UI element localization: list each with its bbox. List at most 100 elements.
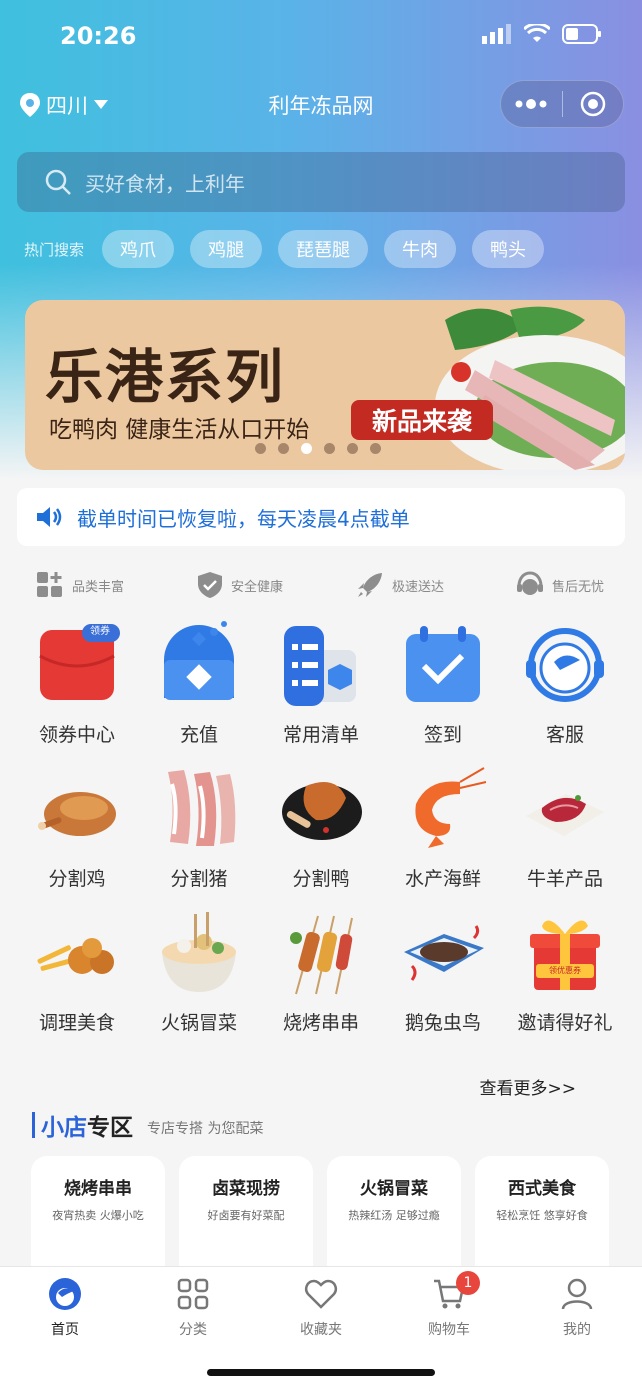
tab-profile[interactable]: 我的 — [532, 1277, 622, 1339]
close-miniprogram-button[interactable] — [563, 81, 624, 127]
chicken-icon — [32, 764, 122, 854]
tab-label: 我的 — [563, 1322, 591, 1338]
hot-search-tag[interactable]: 鸡腿 — [190, 230, 263, 268]
hot-search-tag[interactable]: 鸡爪 — [102, 230, 175, 268]
duck-icon — [276, 764, 366, 854]
feature-item: 极速送达 — [320, 564, 480, 606]
shop-zone-header: 小店 专区 专店专搭 为您配菜 — [32, 1108, 263, 1142]
category-grid: 领券 领券中心 充值 常用清单 签到 客服 分割鸡 分割猪 分割鸭 水产海鲜 牛… — [16, 620, 626, 1052]
heart-icon — [304, 1277, 338, 1311]
grid-item-label: 分割猪 — [170, 868, 228, 890]
feature-label: 售后无忧 — [551, 579, 604, 595]
shop-zone-title-blue: 小店 — [41, 1115, 87, 1141]
tab-category[interactable]: 分类 — [148, 1277, 238, 1339]
carousel-dot[interactable] — [324, 443, 335, 454]
grid-item-label: 充值 — [179, 724, 218, 746]
more-button[interactable] — [501, 81, 562, 127]
grid-item-label: 鹅兔虫鸟 — [404, 1012, 481, 1034]
grid-item-checkin[interactable]: 签到 — [382, 620, 504, 764]
grid-item-recharge[interactable]: 充值 — [138, 620, 260, 764]
category-rich-icon — [36, 572, 62, 597]
carousel-dot[interactable] — [278, 443, 289, 454]
hot-search-tag[interactable]: 鸭头 — [472, 230, 545, 268]
pork-icon — [154, 764, 244, 854]
hot-search: 热门搜索 鸡爪 鸡腿 琵琶腿 牛肉 鸭头 — [24, 230, 560, 268]
carousel-dot-active[interactable] — [301, 443, 312, 454]
feature-item: 品类丰富 — [0, 564, 160, 606]
list-icon — [276, 620, 366, 710]
hot-search-label: 热门搜索 — [24, 240, 85, 259]
carousel-indicator — [255, 443, 381, 454]
home-indicator — [207, 1369, 435, 1376]
grid-item-chicken[interactable]: 分割鸡 — [16, 764, 138, 908]
shop-card-subtitle: 热辣红汤 足够过瘾 — [348, 1209, 440, 1222]
banner-title: 乐港系列 — [45, 343, 286, 411]
grid-item-label: 常用清单 — [282, 724, 359, 746]
section-marker — [32, 1112, 35, 1138]
grid-item-label: 分割鸡 — [48, 868, 106, 890]
gift-icon: 领优惠券 — [520, 908, 610, 998]
speaker-icon — [37, 507, 62, 527]
grid-item-seafood[interactable]: 水产海鲜 — [382, 764, 504, 908]
feature-label: 极速送达 — [391, 579, 444, 595]
grid-item-label: 邀请得好礼 — [517, 1012, 613, 1034]
signal-icon — [482, 24, 511, 44]
grid-item-duck[interactable]: 分割鸭 — [260, 764, 382, 908]
status-icons — [482, 24, 602, 44]
shop-zone-title-black: 专区 — [87, 1115, 133, 1141]
grid-item-prepared-food[interactable]: 调理美食 — [16, 908, 138, 1052]
tab-home[interactable]: 首页 — [20, 1277, 110, 1339]
grid-item-skewer[interactable]: 烧烤串串 — [260, 908, 382, 1052]
grid-item-invite-gift[interactable]: 领优惠券 邀请得好礼 — [504, 908, 626, 1052]
status-bar: 20:26 — [0, 0, 642, 70]
view-more-link[interactable]: 查看更多>> — [480, 1074, 577, 1099]
gift-tag: 领优惠券 — [549, 965, 581, 975]
skewer-icon — [276, 908, 366, 998]
carousel-dot[interactable] — [370, 443, 381, 454]
grid-item-beef-lamb[interactable]: 牛羊产品 — [504, 764, 626, 908]
shop-card-title: 烧烤串串 — [64, 1179, 132, 1199]
grid-item-poultry[interactable]: 鹅兔虫鸟 — [382, 908, 504, 1052]
coupon-tag: 领券 — [90, 626, 110, 637]
coupon-icon: 领券 — [32, 620, 122, 710]
grid-item-hotpot[interactable]: 火锅冒菜 — [138, 908, 260, 1052]
shop-card-subtitle: 夜宵热卖 火爆小吃 — [52, 1209, 144, 1222]
hot-search-tag[interactable]: 琵琶腿 — [278, 230, 369, 268]
cart-badge: 1 — [456, 1271, 480, 1295]
grid-item-label: 领券中心 — [38, 724, 115, 746]
rocket-icon — [357, 573, 382, 597]
tab-label: 分类 — [179, 1322, 207, 1338]
notice-text: 截单时间已恢复啦，每天凌晨4点截单 — [77, 506, 410, 531]
grid-item-label: 火锅冒菜 — [160, 1012, 237, 1034]
hot-search-tag[interactable]: 牛肉 — [384, 230, 457, 268]
tab-cart[interactable]: 1 购物车 — [404, 1271, 494, 1339]
grid-item-label: 烧烤串串 — [282, 1012, 359, 1034]
duck-feet-image — [435, 306, 625, 470]
search-icon — [45, 169, 71, 195]
grid-item-label: 调理美食 — [38, 1012, 115, 1034]
shrimp-icon — [398, 764, 488, 854]
tab-label: 首页 — [51, 1322, 79, 1338]
shop-card-title: 卤菜现捞 — [212, 1179, 280, 1199]
prepared-food-icon — [32, 908, 122, 998]
grid-item-label: 客服 — [545, 724, 584, 746]
notice-bar[interactable]: 截单时间已恢复啦，每天凌晨4点截单 — [17, 488, 625, 546]
shop-card-subtitle: 轻松烹饪 悠享好食 — [496, 1209, 588, 1222]
hotpot-icon — [154, 908, 244, 998]
grid-item-customer-service[interactable]: 客服 — [504, 620, 626, 764]
category-icon — [176, 1277, 210, 1311]
grid-item-pork[interactable]: 分割猪 — [138, 764, 260, 908]
search-input[interactable]: 买好食材，上利年 — [17, 152, 625, 212]
shop-card-title: 火锅冒菜 — [360, 1179, 428, 1199]
grid-item-coupon-center[interactable]: 领券 领券中心 — [16, 620, 138, 764]
carousel-dot[interactable] — [255, 443, 266, 454]
carousel-dot[interactable] — [347, 443, 358, 454]
tab-favorites[interactable]: 收藏夹 — [276, 1277, 366, 1339]
grid-item-common-list[interactable]: 常用清单 — [260, 620, 382, 764]
promo-banner[interactable]: 乐港系列 吃鸭肉 健康生活从口开始 新品来袭 — [25, 300, 625, 470]
grid-item-label: 签到 — [423, 724, 462, 746]
wifi-icon — [524, 24, 550, 42]
feature-label: 品类丰富 — [71, 579, 124, 595]
poultry-icon — [398, 908, 488, 998]
cart-icon: 1 — [432, 1271, 480, 1311]
